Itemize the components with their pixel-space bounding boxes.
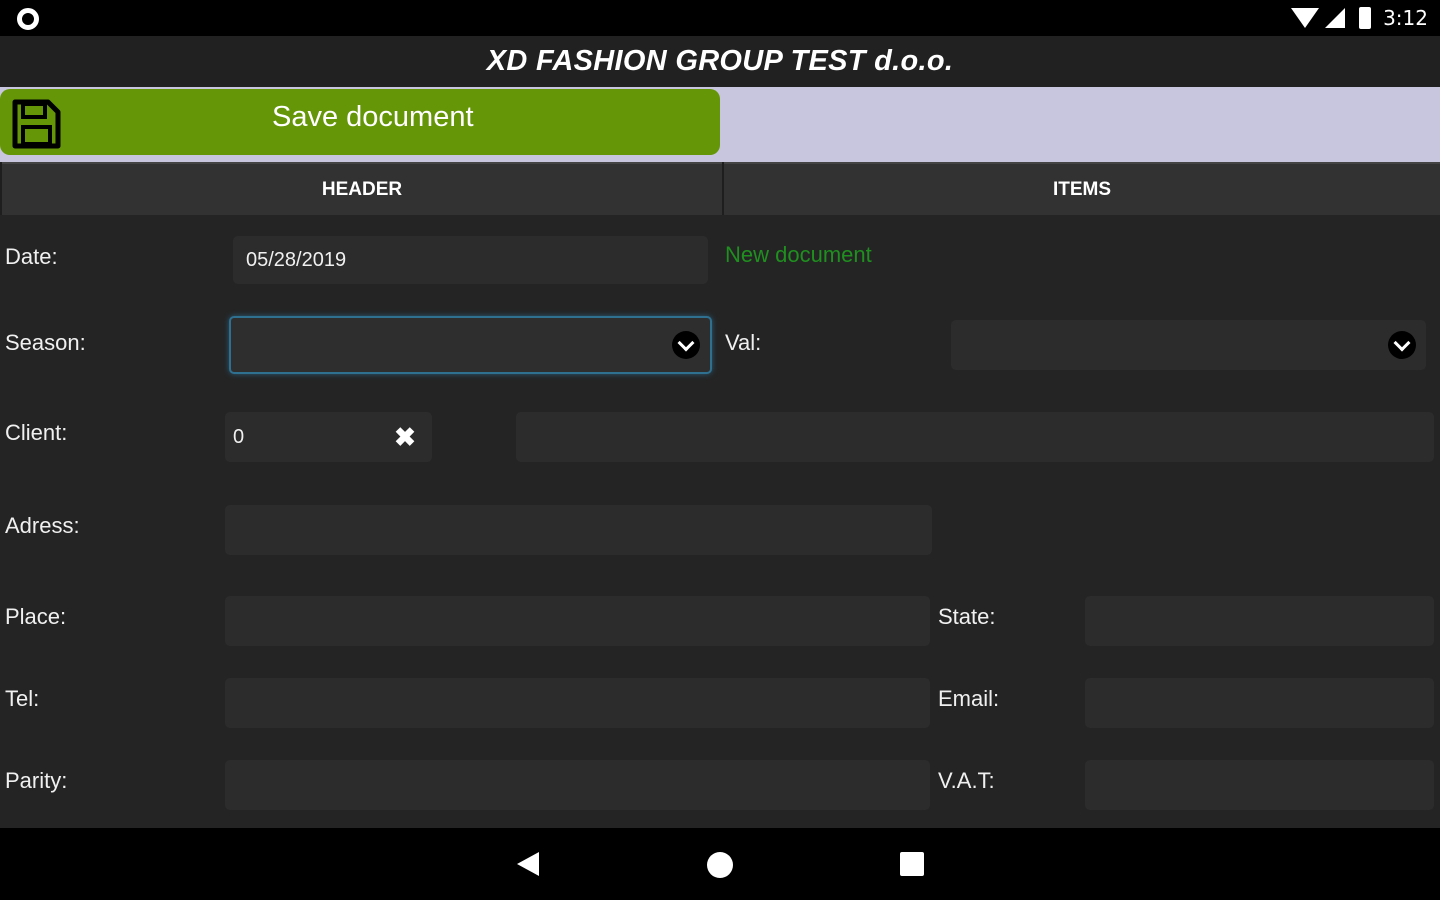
client-code-value: 0 bbox=[233, 425, 245, 448]
season-label: Season: bbox=[5, 330, 86, 355]
chevron-down-icon bbox=[672, 331, 700, 359]
address-label: Adress: bbox=[5, 513, 80, 538]
state-field[interactable] bbox=[1085, 596, 1434, 646]
val-label: Val: bbox=[725, 330, 762, 355]
tab-bar: HEADER ITEMS bbox=[0, 162, 1440, 215]
tel-label: Tel: bbox=[5, 686, 40, 711]
status-time: 3:12 bbox=[1383, 6, 1428, 30]
chevron-down-icon bbox=[1388, 331, 1416, 359]
header-form: Date: 05/28/2019 New document Season: Va… bbox=[0, 215, 1440, 828]
back-icon[interactable] bbox=[517, 852, 539, 876]
tab-items[interactable]: ITEMS bbox=[724, 162, 1440, 215]
place-field[interactable] bbox=[225, 596, 930, 646]
battery-icon bbox=[1359, 7, 1372, 29]
toolbar: Save document bbox=[0, 87, 1440, 162]
tab-header[interactable]: HEADER bbox=[2, 162, 722, 215]
wifi-icon bbox=[1291, 8, 1320, 28]
address-field[interactable] bbox=[225, 505, 932, 555]
signal-icon bbox=[1325, 8, 1346, 28]
floppy-disk-icon bbox=[12, 99, 61, 149]
status-indicators: 3:12 bbox=[1291, 5, 1428, 31]
state-label: State: bbox=[938, 604, 996, 629]
document-status-text: New document bbox=[725, 242, 872, 267]
place-label: Place: bbox=[5, 604, 67, 629]
notification-circle-icon bbox=[17, 8, 39, 30]
date-value: 05/28/2019 bbox=[246, 248, 347, 271]
home-icon[interactable] bbox=[707, 852, 733, 878]
email-label: Email: bbox=[938, 686, 1000, 711]
parity-label: Parity: bbox=[5, 768, 68, 793]
app-title: XD FASHION GROUP TEST d.o.o. bbox=[486, 45, 954, 77]
client-label: Client: bbox=[5, 420, 68, 445]
title-bar: XD FASHION GROUP TEST d.o.o. bbox=[0, 36, 1440, 87]
val-select[interactable] bbox=[951, 320, 1426, 370]
save-button-label: Save document bbox=[272, 101, 474, 133]
vat-label: V.A.T: bbox=[938, 768, 995, 793]
client-code-field[interactable]: 0 ✖ bbox=[225, 412, 432, 462]
save-document-button[interactable]: Save document bbox=[0, 89, 720, 155]
tel-field[interactable] bbox=[225, 678, 930, 728]
vat-field[interactable] bbox=[1085, 760, 1434, 810]
system-nav-bar bbox=[0, 828, 1440, 900]
email-field[interactable] bbox=[1085, 678, 1434, 728]
parity-field[interactable] bbox=[225, 760, 930, 810]
client-name-field[interactable] bbox=[516, 412, 1434, 462]
clear-icon[interactable]: ✖ bbox=[392, 424, 418, 450]
recent-apps-icon[interactable] bbox=[900, 852, 924, 876]
season-select[interactable] bbox=[229, 316, 712, 374]
date-field[interactable]: 05/28/2019 bbox=[233, 236, 708, 284]
status-bar: 3:12 bbox=[0, 0, 1440, 36]
date-label: Date: bbox=[5, 244, 58, 269]
